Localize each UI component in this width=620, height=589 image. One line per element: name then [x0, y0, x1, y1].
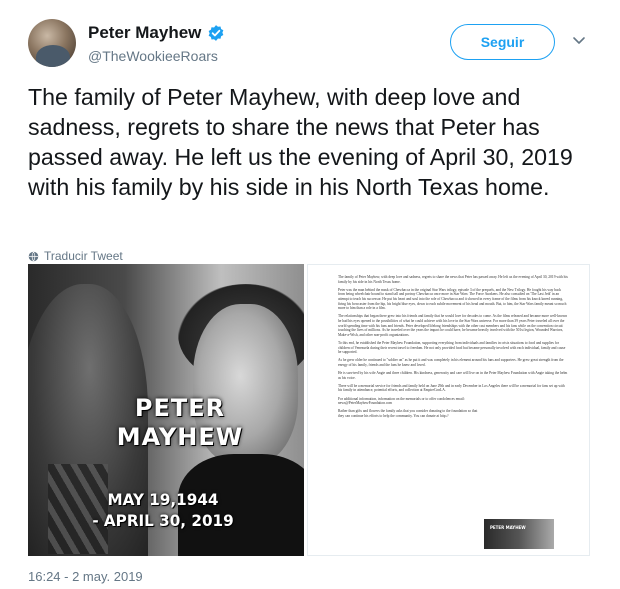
statement-paragraph: Rather than gifts and flowers the family…	[338, 409, 478, 418]
memorial-dates-line1: MAY 19,1944	[107, 490, 219, 509]
statement-paragraph: To this end, he established the Peter Ma…	[338, 340, 566, 355]
avatar[interactable]	[28, 19, 76, 67]
family-statement-image[interactable]: The family of Peter Mayhew, with deep lo…	[307, 264, 590, 556]
tweet-timestamp[interactable]: 16:24 - 2 may. 2019	[28, 569, 143, 584]
statement-text: The family of Peter Mayhew, with deep lo…	[338, 275, 568, 422]
tweet-media: PETER MAYHEW MAY 19,1944 - APRIL 30, 201…	[28, 264, 590, 556]
statement-paragraph: There will be a memorial service for fri…	[338, 383, 565, 393]
statement-paragraph: The relationships that began there grew …	[338, 314, 568, 337]
statement-paragraph: As he grew older he continued to "soldie…	[338, 358, 564, 367]
statement-thumbnail-label: PETER MAYHEW	[490, 525, 526, 530]
verified-badge-icon	[209, 25, 224, 41]
translate-label[interactable]: Traducir Tweet	[44, 249, 123, 263]
globe-icon	[28, 251, 39, 261]
statement-paragraph: Peter was the man behind the mask of Che…	[338, 287, 567, 311]
memorial-name: PETER MAYHEW	[105, 394, 255, 452]
memorial-name-line1: PETER	[134, 394, 226, 422]
memorial-photo[interactable]: PETER MAYHEW MAY 19,1944 - APRIL 30, 201…	[28, 264, 304, 556]
tweet-header: Peter Mayhew @TheWookieeRoars Seguir	[0, 0, 620, 80]
translate-tweet-link[interactable]: Traducir Tweet	[28, 249, 123, 263]
follow-button[interactable]: Seguir	[450, 24, 555, 60]
chevron-down-icon[interactable]	[572, 36, 586, 46]
memorial-dates-line2: - APRIL 30, 2019	[92, 511, 234, 530]
user-handle[interactable]: @TheWookieeRoars	[88, 48, 218, 64]
tweet-text: The family of Peter Mayhew, with deep lo…	[28, 84, 573, 200]
name-row: Peter Mayhew	[88, 23, 225, 43]
memorial-dates: MAY 19,1944 - APRIL 30, 2019	[78, 489, 249, 531]
statement-paragraph: He is survived by his wife Angie and thr…	[338, 371, 568, 380]
display-name[interactable]: Peter Mayhew	[88, 23, 201, 43]
statement-thumbnail: PETER MAYHEW	[484, 519, 554, 549]
memorial-name-line2: MAYHEW	[116, 423, 244, 451]
statement-paragraph: The family of Peter Mayhew, with deep lo…	[338, 275, 568, 284]
statement-paragraph: For additional information, information …	[338, 396, 465, 406]
